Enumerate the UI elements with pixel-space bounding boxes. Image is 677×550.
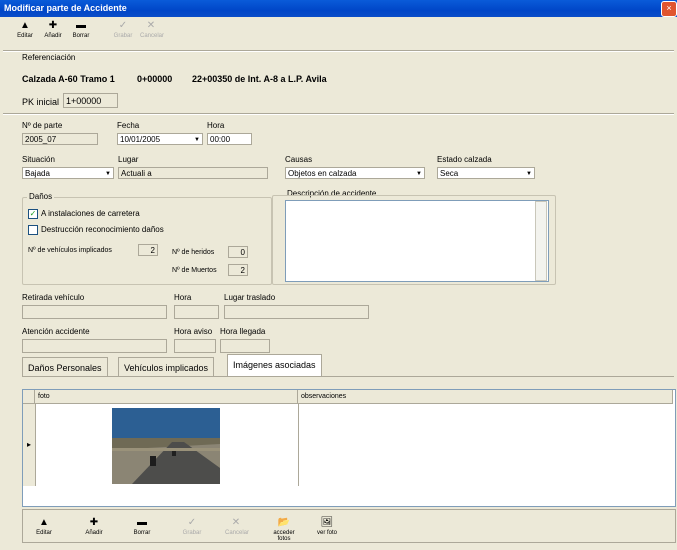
edit-icon: ▲ (39, 517, 49, 528)
divider (3, 50, 674, 52)
window-title: Modificar parte de Accidente (4, 3, 127, 13)
add-icon: ✚ (89, 517, 99, 528)
fecha-picker[interactable]: 10/01/2005 (117, 133, 203, 145)
edit-button[interactable]: ▲ Editar (14, 19, 36, 39)
grid-footer (22, 486, 676, 507)
hora-llegada-field[interactable] (220, 339, 270, 353)
atencion-label: Atención accidente (22, 327, 90, 336)
ref-pk-range: 0+00000 (137, 74, 173, 84)
causas-select[interactable]: Objetos en calzada (285, 167, 425, 179)
hora-aviso-label: Hora aviso (174, 327, 213, 336)
save-button[interactable]: ✓ Grabar (112, 19, 134, 39)
checkbox-destruccion[interactable]: Destrucción reconocimiento daños (28, 225, 164, 235)
parte-field[interactable]: 2005_07 (22, 133, 98, 145)
folder-icon: 📂 (277, 517, 291, 528)
bottom-delete-button[interactable]: ▬ Borrar (131, 516, 153, 536)
checkbox-instalaciones[interactable]: ✓ A instalaciones de carretera (28, 209, 140, 219)
estado-select[interactable]: Seca (437, 167, 535, 179)
vehiculos-field[interactable]: 2 (138, 244, 158, 256)
bottom-cancel-button[interactable]: ✕ Cancelar (225, 516, 249, 536)
ref-label: Referenciación (22, 53, 76, 62)
causas-label: Causas (285, 155, 313, 164)
column-foto[interactable]: foto (35, 390, 298, 404)
bottom-toolbar: ▲ Editar ✚ Añadir ▬ Borrar ✓ Grabar ✕ Ca… (22, 509, 676, 543)
add-icon: ✚ (48, 20, 58, 31)
column-divider (298, 404, 299, 486)
check-icon: ✓ (118, 20, 128, 31)
lugar-traslado-field[interactable] (224, 305, 369, 319)
lugar-traslado-label: Lugar traslado (224, 293, 276, 302)
edit-icon: ▲ (20, 20, 30, 31)
heridos-field[interactable]: 0 (228, 246, 248, 258)
retirada-label: Retirada vehículo (22, 293, 85, 302)
parte-label: Nº de parte (22, 121, 63, 130)
top-toolbar: ▲ Editar ✚ Añadir ▬ Borrar ✓ Grabar ✕ Ca… (14, 19, 674, 49)
accident-photo[interactable] (112, 408, 220, 484)
lugar-field[interactable]: Actuali a (118, 167, 268, 179)
divider (3, 113, 674, 115)
checkmark-icon: ✓ (28, 209, 38, 219)
retirada-hora-label: Hora (174, 293, 192, 302)
access-photos-button[interactable]: 📂 acceder fotos (267, 516, 301, 542)
retirada-hora-field[interactable] (174, 305, 219, 319)
title-bar: Modificar parte de Accidente × (0, 0, 677, 17)
view-photo-button[interactable]: 🖼 ver foto (313, 516, 341, 536)
column-observaciones[interactable]: observaciones (298, 390, 673, 404)
row-selector[interactable]: ▸ (23, 404, 36, 486)
bottom-save-button[interactable]: ✓ Grabar (181, 516, 203, 536)
hora-label: Hora (207, 121, 225, 130)
cancel-icon: ✕ (231, 517, 241, 528)
cancel-icon: ✕ (146, 20, 156, 31)
checkbox-box (28, 225, 38, 235)
hora-aviso-field[interactable] (174, 339, 216, 353)
delete-icon: ▬ (137, 517, 147, 528)
bottom-add-button[interactable]: ✚ Añadir (83, 516, 105, 536)
pk-inicial-field[interactable]: 1+00000 (63, 93, 118, 108)
situacion-select[interactable]: Bajada (22, 167, 114, 179)
ref-description: 22+00350 de Int. A-8 a L.P. Avila (192, 74, 327, 84)
picture-icon: 🖼 (320, 517, 334, 528)
tab-danos-personales[interactable]: Daños Personales (22, 357, 108, 377)
danos-label: Daños (27, 192, 55, 201)
close-icon[interactable]: × (661, 1, 677, 17)
muertos-field[interactable]: 2 (228, 264, 248, 276)
delete-icon: ▬ (76, 20, 86, 31)
fecha-label: Fecha (117, 121, 140, 130)
retirada-field[interactable] (22, 305, 167, 319)
lugar-label: Lugar (118, 155, 139, 164)
atencion-field[interactable] (22, 339, 167, 353)
estado-label: Estado calzada (437, 155, 492, 164)
descripcion-scrollbar[interactable] (535, 201, 547, 281)
delete-button[interactable]: ▬ Borrar (70, 19, 92, 39)
tab-vehiculos-implicados[interactable]: Vehículos implicados (118, 357, 215, 377)
hora-llegada-label: Hora llegada (220, 327, 266, 336)
bottom-edit-button[interactable]: ▲ Editar (33, 516, 55, 536)
vehiculos-label: Nº de vehículos implicados (28, 247, 112, 254)
muertos-label: Nº de Muertos (172, 267, 217, 274)
tab-divider (22, 376, 674, 377)
cancel-button[interactable]: ✕ Cancelar (140, 19, 164, 39)
check-icon: ✓ (187, 517, 197, 528)
add-button[interactable]: ✚ Añadir (42, 19, 64, 39)
hora-field[interactable]: 00:00 (207, 133, 252, 145)
heridos-label: Nº de heridos (172, 249, 215, 256)
accident-report-window: Modificar parte de Accidente × ▲ Editar … (0, 0, 677, 550)
situacion-label: Situación (22, 155, 55, 164)
ref-title: Calzada A-60 Tramo 1 (22, 74, 115, 84)
descripcion-textarea[interactable] (285, 200, 549, 282)
pk-inicial-label: PK inicial (22, 97, 60, 107)
grid-corner (23, 390, 35, 404)
tab-imagenes-asociadas[interactable]: Imágenes asociadas (227, 354, 322, 377)
